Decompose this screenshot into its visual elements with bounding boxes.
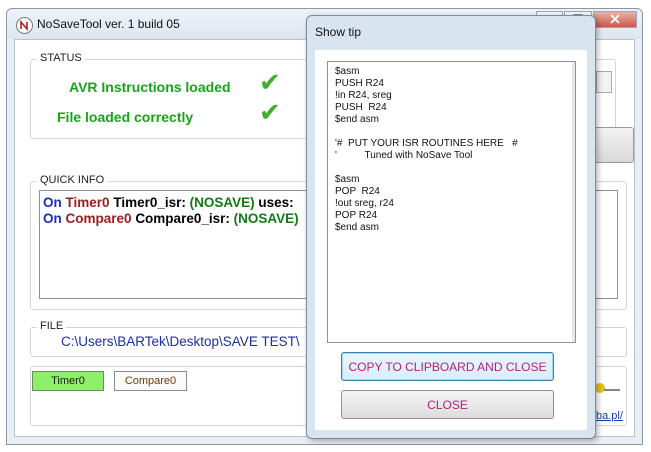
tip-code-textbox[interactable]: $asm PUSH R24 !in R24, sreg PUSH R24 $en… xyxy=(327,61,576,343)
timer0-button[interactable]: Timer0 xyxy=(32,371,104,391)
checkmark-icon: ✔ xyxy=(259,67,281,97)
quick-info-label: QUICK INFO xyxy=(37,174,108,186)
close-icon xyxy=(610,14,620,24)
main-window-title: NoSaveTool ver. 1 build 05 xyxy=(37,17,180,31)
close-window-button[interactable] xyxy=(593,11,637,28)
status-line-file: File loaded correctly xyxy=(57,109,194,125)
compare0-button[interactable]: Compare0 xyxy=(114,371,187,391)
tip-window-title: Show tip xyxy=(315,25,362,39)
footer-link[interactable]: ba.pl/ xyxy=(596,410,623,422)
file-path-text: C:\Users\BARTek\Desktop\SAVE TEST\ xyxy=(61,334,300,349)
tip-close-button[interactable]: CLOSE xyxy=(341,390,554,419)
tip-client-area: $asm PUSH R24 !in R24, sreg PUSH R24 $en… xyxy=(315,50,587,430)
status-side-button[interactable] xyxy=(594,127,634,163)
status-side-control[interactable] xyxy=(596,71,612,93)
status-line-avr: AVR Instructions loaded xyxy=(69,79,231,95)
tip-code-text: $asm PUSH R24 !in R24, sreg PUSH R24 $en… xyxy=(335,66,518,233)
show-tip-window: Show tip $asm PUSH R24 !in R24, sreg PUS… xyxy=(306,15,596,439)
copy-to-clipboard-button[interactable]: COPY TO CLIPBOARD AND CLOSE xyxy=(341,352,554,381)
file-group-label: FILE xyxy=(37,320,67,332)
quick-info-line: On Timer0 Timer0_isr: (NOSAVE) uses: xyxy=(43,195,294,210)
logo-icon xyxy=(592,379,622,395)
tip-code-scrollbar[interactable] xyxy=(572,62,575,342)
app-icon xyxy=(16,17,33,34)
status-group-label: STATUS xyxy=(37,52,85,64)
checkmark-icon: ✔ xyxy=(259,97,281,127)
quick-info-line: On Compare0 Compare0_isr: (NOSAVE) xyxy=(43,211,299,226)
